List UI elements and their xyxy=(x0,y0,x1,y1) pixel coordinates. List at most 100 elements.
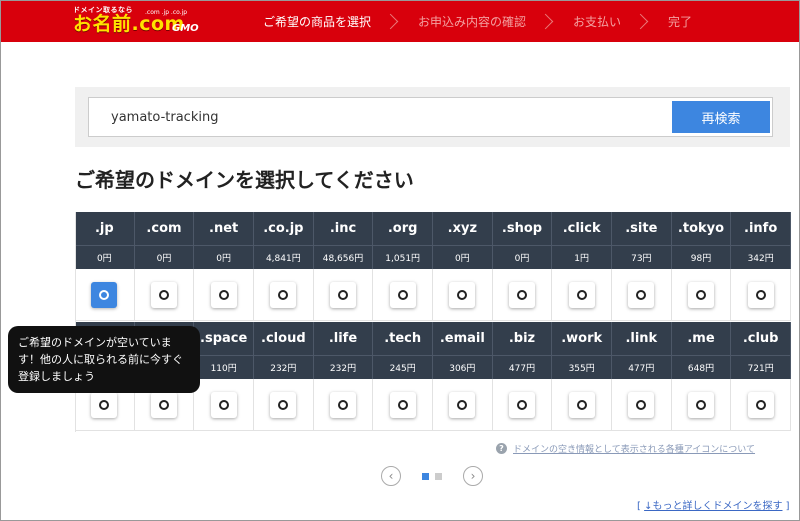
tld-select-cell xyxy=(731,379,791,431)
tld-price: 245円 xyxy=(373,355,433,379)
step-payment: お支払い xyxy=(573,15,622,29)
available-icon[interactable] xyxy=(210,281,237,308)
icon-info-link-text: ドメインの空き情報として表示される各種アイコンについて xyxy=(513,445,756,455)
tld-price: 0円 xyxy=(194,245,254,269)
available-icon[interactable] xyxy=(568,281,595,308)
domain-search-input[interactable] xyxy=(99,104,659,130)
tld-header: .space xyxy=(194,322,254,355)
available-icon[interactable] xyxy=(449,281,476,308)
tld-price: 306円 xyxy=(433,355,493,379)
available-icon[interactable] xyxy=(91,391,118,418)
tld-select-cell xyxy=(373,269,433,321)
available-icon[interactable] xyxy=(687,391,714,418)
circle-icon xyxy=(516,289,527,300)
tld-price: 98円 xyxy=(671,245,732,269)
tld-price: 721円 xyxy=(731,355,791,379)
page-dot-2[interactable] xyxy=(435,472,442,480)
bracket-close: ] xyxy=(785,501,790,512)
tld-price: 4,841円 xyxy=(254,245,314,269)
circle-icon xyxy=(278,289,289,300)
tld-price: 232円 xyxy=(313,355,374,379)
progress-steps: ご希望の商品を選択 お申込み内容の確認 お支払い 完了 xyxy=(263,1,692,42)
available-icon[interactable] xyxy=(747,281,774,308)
tld-select-cell xyxy=(671,379,732,431)
available-icon[interactable] xyxy=(508,281,535,308)
logo-wordmark: お名前.com xyxy=(73,13,185,35)
tld-header: .info xyxy=(731,212,791,245)
tld-header: .cloud xyxy=(254,322,314,355)
circle-icon xyxy=(576,399,587,410)
available-icon[interactable] xyxy=(91,281,118,308)
tld-header: .site xyxy=(612,212,672,245)
circle-icon xyxy=(695,289,706,300)
question-icon: ? xyxy=(496,443,507,454)
search-box: 再検索 xyxy=(88,97,773,137)
available-icon[interactable] xyxy=(329,391,356,418)
tld-select-cell xyxy=(433,269,493,321)
available-icon[interactable] xyxy=(389,281,416,308)
tld-header: .link xyxy=(612,322,672,355)
page-dot-1[interactable] xyxy=(422,472,429,480)
tld-select-cell xyxy=(75,269,135,321)
available-icon[interactable] xyxy=(568,391,595,418)
tld-select-cell xyxy=(671,269,732,321)
tld-header: .tokyo xyxy=(671,212,732,245)
circle-icon xyxy=(99,289,110,300)
available-icon[interactable] xyxy=(687,281,714,308)
tld-header: .me xyxy=(671,322,732,355)
tld-header: .work xyxy=(552,322,612,355)
available-icon[interactable] xyxy=(747,391,774,418)
tld-price: 0円 xyxy=(492,245,553,269)
available-icon[interactable] xyxy=(628,281,655,308)
tld-select-cell xyxy=(373,379,433,431)
tld-select-cell xyxy=(731,269,791,321)
tld-price: 0円 xyxy=(134,245,195,269)
onamae-logo[interactable]: ドメイン取るなら お名前.com .com .jp .co.jp GMO xyxy=(73,5,213,39)
available-icon[interactable] xyxy=(210,391,237,418)
available-icon[interactable] xyxy=(449,391,476,418)
tld-price: 73円 xyxy=(612,245,672,269)
pagination: ‹ › xyxy=(381,466,483,486)
circle-icon xyxy=(636,399,647,410)
circle-icon xyxy=(337,289,348,300)
more-domain-search-link[interactable]: [ ↓もっと詳しくドメインを探す ] xyxy=(637,497,790,512)
tld-price: 0円 xyxy=(75,245,135,269)
tld-price: 232円 xyxy=(254,355,314,379)
available-icon[interactable] xyxy=(508,391,535,418)
tld-header: .click xyxy=(552,212,612,245)
available-icon[interactable] xyxy=(389,391,416,418)
available-icon[interactable] xyxy=(270,281,297,308)
tld-price: 342円 xyxy=(731,245,791,269)
tld-price: 355円 xyxy=(552,355,612,379)
bracket-open: [ xyxy=(637,501,641,512)
circle-icon xyxy=(158,289,169,300)
circle-icon xyxy=(457,399,468,410)
prev-page-button[interactable]: ‹ xyxy=(381,466,401,486)
available-icon[interactable] xyxy=(270,391,297,418)
step-select-product: ご希望の商品を選択 xyxy=(263,15,372,29)
available-icon[interactable] xyxy=(628,391,655,418)
tld-select-cell xyxy=(492,269,553,321)
circle-icon xyxy=(158,399,169,410)
available-icon[interactable] xyxy=(150,391,177,418)
tld-select-cell xyxy=(313,269,374,321)
gmo-logo: GMO xyxy=(172,23,199,34)
circle-icon xyxy=(278,399,289,410)
available-icon[interactable] xyxy=(150,281,177,308)
tld-header: .biz xyxy=(492,322,553,355)
circle-icon xyxy=(576,289,587,300)
available-icon[interactable] xyxy=(329,281,356,308)
tld-header: .org xyxy=(373,212,433,245)
circle-icon xyxy=(218,289,229,300)
tld-header: .jp xyxy=(75,212,135,245)
tld-price: 0円 xyxy=(433,245,493,269)
circle-icon xyxy=(755,289,766,300)
icon-info-link[interactable]: ? ドメインの空き情報として表示される各種アイコンについて xyxy=(496,442,755,455)
tld-select-cell xyxy=(492,379,553,431)
next-page-button[interactable]: › xyxy=(463,466,483,486)
availability-tooltip: ご希望のドメインが空いています！他の人に取られる前に今すぐ登録しましょう xyxy=(8,326,200,393)
tld-header: .com xyxy=(134,212,195,245)
circle-icon xyxy=(397,289,408,300)
research-button[interactable]: 再検索 xyxy=(672,101,770,133)
tld-select-cell xyxy=(612,269,672,321)
